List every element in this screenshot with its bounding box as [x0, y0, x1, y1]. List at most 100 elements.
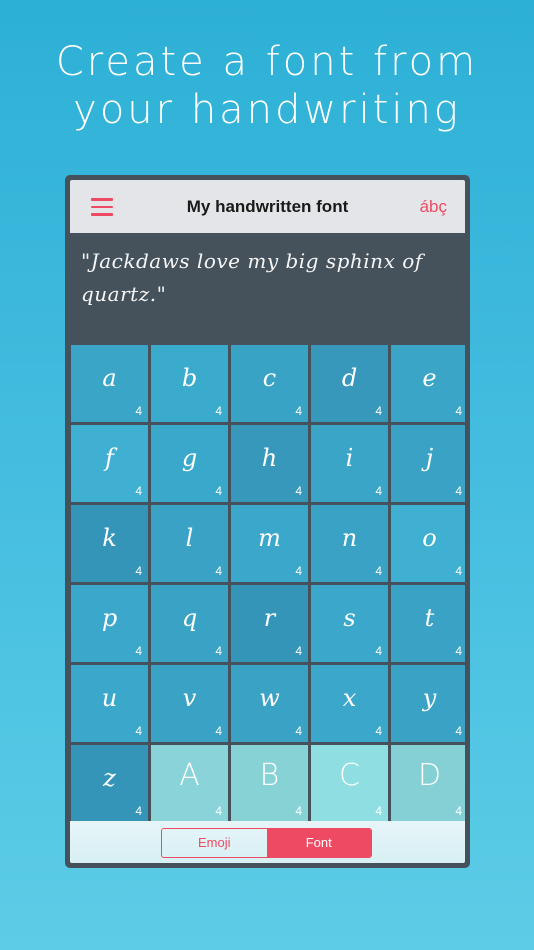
glyph-cell-upper-b[interactable]: B4	[231, 745, 308, 822]
glyph-variant-count: 4	[135, 484, 142, 498]
glyph-variant-count: 4	[455, 644, 462, 658]
glyph-cell-r[interactable]: r4	[231, 585, 308, 662]
glyph-cell-t[interactable]: t4	[391, 585, 465, 662]
navigation-bar: My handwritten font ábç	[70, 180, 465, 233]
glyph-char: t	[424, 604, 435, 632]
glyph-variant-count: 4	[455, 404, 462, 418]
glyph-char: s	[343, 604, 356, 632]
glyph-cell-p[interactable]: p4	[71, 585, 148, 662]
glyph-char: A	[179, 758, 200, 793]
glyph-char: q	[181, 604, 198, 632]
glyph-cell-k[interactable]: k4	[71, 505, 148, 582]
glyph-cell-w[interactable]: w4	[231, 665, 308, 742]
glyph-cell-f[interactable]: f4	[71, 425, 148, 502]
glyph-cell-h[interactable]: h4	[231, 425, 308, 502]
glyph-cell-j[interactable]: j4	[391, 425, 465, 502]
glyph-char: d	[341, 364, 358, 392]
glyph-cell-m[interactable]: m4	[231, 505, 308, 582]
glyph-grid: a4b4c4d4e4f4g4h4i4j4k4l4m4n4o4p4q4r4s4t4…	[70, 344, 465, 822]
glyph-cell-u[interactable]: u4	[71, 665, 148, 742]
glyph-cell-upper-c[interactable]: C4	[311, 745, 388, 822]
glyph-char: h	[261, 444, 278, 472]
glyph-cell-d[interactable]: d4	[311, 345, 388, 422]
glyph-cell-v[interactable]: v4	[151, 665, 228, 742]
glyph-variant-count: 4	[375, 644, 382, 658]
glyph-variant-count: 4	[455, 724, 462, 738]
glyph-variant-count: 4	[375, 564, 382, 578]
glyph-variant-count: 4	[375, 404, 382, 418]
glyph-char: i	[345, 444, 354, 472]
glyph-char: b	[181, 364, 198, 392]
glyph-cell-b[interactable]: b4	[151, 345, 228, 422]
glyph-variant-count: 4	[135, 564, 142, 578]
glyph-variant-count: 4	[375, 484, 382, 498]
glyph-cell-e[interactable]: e4	[391, 345, 465, 422]
glyph-cell-upper-d[interactable]: D4	[391, 745, 465, 822]
glyph-char: v	[182, 684, 197, 712]
glyph-variant-count: 4	[455, 564, 462, 578]
glyph-cell-y[interactable]: y4	[391, 665, 465, 742]
glyph-variant-count: 4	[135, 644, 142, 658]
segment-emoji[interactable]: Emoji	[162, 829, 267, 857]
glyph-char: B	[259, 758, 280, 793]
glyph-variant-count: 4	[215, 804, 222, 818]
glyph-cell-s[interactable]: s4	[311, 585, 388, 662]
glyph-variant-count: 4	[135, 404, 142, 418]
glyph-cell-c[interactable]: c4	[231, 345, 308, 422]
glyph-variant-count: 4	[135, 724, 142, 738]
mode-segmented-control: Emoji Font	[161, 828, 372, 858]
glyph-variant-count: 4	[215, 404, 222, 418]
segment-font[interactable]: Font	[266, 829, 371, 857]
headline-line-2: your handwriting	[73, 87, 461, 133]
glyph-char: j	[425, 444, 434, 472]
glyph-variant-count: 4	[295, 804, 302, 818]
glyph-variant-count: 4	[455, 804, 462, 818]
glyph-char: c	[262, 364, 277, 392]
glyph-char: w	[259, 684, 280, 712]
glyph-char: C	[339, 758, 360, 793]
glyph-cell-z[interactable]: z4	[71, 745, 148, 822]
glyph-variant-count: 4	[295, 644, 302, 658]
glyph-char: m	[258, 524, 281, 552]
glyph-char: y	[422, 684, 437, 712]
glyph-cell-o[interactable]: o4	[391, 505, 465, 582]
glyph-variant-count: 4	[215, 484, 222, 498]
glyph-variant-count: 4	[135, 804, 142, 818]
glyph-cell-l[interactable]: l4	[151, 505, 228, 582]
glyph-char: l	[185, 524, 194, 552]
glyph-variant-count: 4	[295, 404, 302, 418]
font-preview-button[interactable]: ábç	[420, 180, 447, 233]
glyph-char: f	[105, 444, 114, 472]
glyph-cell-x[interactable]: x4	[311, 665, 388, 742]
glyph-variant-count: 4	[215, 644, 222, 658]
glyph-char: e	[422, 364, 437, 392]
headline: Create a font from your handwriting	[0, 38, 534, 134]
glyph-cell-q[interactable]: q4	[151, 585, 228, 662]
preview-text: "Jackdaws love my big sphinx of quartz."	[81, 249, 423, 306]
glyph-char: u	[101, 684, 118, 712]
glyph-variant-count: 4	[375, 724, 382, 738]
glyph-char: x	[342, 684, 357, 712]
glyph-cell-n[interactable]: n4	[311, 505, 388, 582]
bottom-bar: Emoji Font	[70, 821, 465, 863]
glyph-char: a	[102, 364, 117, 392]
app-screen: My handwritten font ábç "Jackdaws love m…	[70, 180, 465, 863]
glyph-char: o	[422, 524, 437, 552]
hamburger-menu-icon[interactable]	[91, 198, 113, 216]
glyph-char: p	[101, 604, 118, 632]
glyph-variant-count: 4	[215, 724, 222, 738]
glyph-cell-upper-a[interactable]: A4	[151, 745, 228, 822]
glyph-char: r	[263, 604, 276, 632]
glyph-variant-count: 4	[375, 804, 382, 818]
glyph-char: z	[103, 764, 116, 792]
glyph-cell-i[interactable]: i4	[311, 425, 388, 502]
glyph-char: D	[417, 758, 442, 793]
glyph-cell-a[interactable]: a4	[71, 345, 148, 422]
glyph-char: n	[341, 524, 358, 552]
glyph-cell-g[interactable]: g4	[151, 425, 228, 502]
glyph-variant-count: 4	[455, 484, 462, 498]
device-frame: My handwritten font ábç "Jackdaws love m…	[65, 175, 470, 868]
sample-text-preview: "Jackdaws love my big sphinx of quartz."	[70, 233, 465, 344]
glyph-char: k	[102, 524, 117, 552]
glyph-variant-count: 4	[295, 564, 302, 578]
